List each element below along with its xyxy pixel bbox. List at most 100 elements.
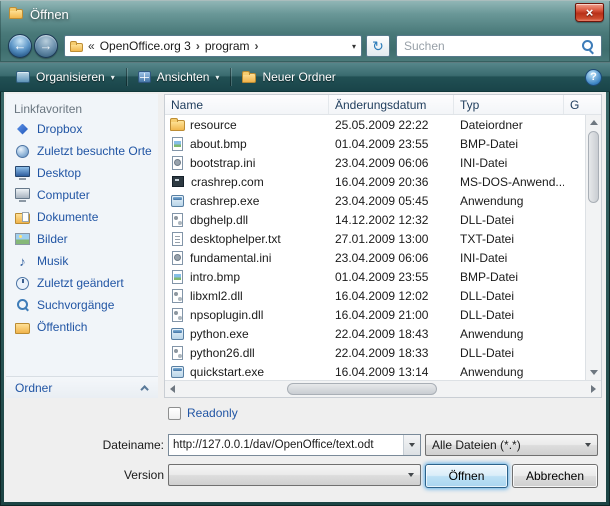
new-folder-button[interactable]: Neuer Ordner (234, 66, 343, 88)
titlebar[interactable]: Öffnen × (0, 0, 610, 30)
file-rows: resource 25.05.2009 22:22 Dateiordner ab… (165, 115, 585, 380)
sidebar-item-pictures[interactable]: Bilder (6, 228, 158, 250)
file-type: DLL-Datei (454, 213, 564, 227)
refresh-button[interactable]: ↻ (366, 35, 390, 57)
refresh-icon: ↻ (372, 38, 384, 54)
favorites-header: Linkfavoriten (6, 94, 158, 118)
forward-button[interactable]: → (34, 34, 58, 58)
ini-file-icon (172, 156, 183, 170)
file-row[interactable]: python26.dll 22.04.2009 18:33 DLL-Datei (165, 343, 585, 362)
file-name: quickstart.exe (190, 365, 264, 379)
column-header-date[interactable]: Änderungsdatum (329, 95, 454, 114)
sidebar-item-music[interactable]: ♪ Musik (6, 250, 158, 272)
file-row[interactable]: dbghelp.dll 14.12.2002 12:32 DLL-Datei (165, 210, 585, 229)
scroll-down-arrow-icon[interactable] (590, 370, 598, 375)
recent-places-icon (15, 144, 30, 158)
sidebar-item-label: Dropbox (37, 122, 82, 136)
file-row[interactable]: libxml2.dll 16.04.2009 12:02 DLL-Datei (165, 286, 585, 305)
chevron-up-icon (140, 385, 148, 393)
filename-input[interactable] (169, 435, 403, 455)
sidebar: Linkfavoriten Dropbox Zuletzt besuchte O… (6, 94, 158, 398)
horizontal-scrollbar[interactable] (165, 380, 601, 397)
chevron-right-icon[interactable]: › (196, 39, 200, 53)
scroll-up-arrow-icon[interactable] (590, 120, 598, 125)
organize-button[interactable]: Organisieren ▾ (8, 66, 123, 88)
sidebar-item-recent-places[interactable]: Zuletzt besuchte Orte (6, 140, 158, 162)
file-row[interactable]: quickstart.exe 16.04.2009 13:14 Anwendun… (165, 362, 585, 380)
file-date: 23.04.2009 06:06 (329, 156, 454, 170)
horizontal-scrollbar-thumb[interactable] (287, 383, 437, 395)
file-type: Anwendung (454, 194, 564, 208)
sidebar-item-desktop[interactable]: Desktop (6, 162, 158, 184)
back-button[interactable]: ← (8, 34, 32, 58)
file-row[interactable]: python.exe 22.04.2009 18:43 Anwendung (165, 324, 585, 343)
version-select[interactable] (168, 464, 421, 486)
bmp-file-icon (172, 137, 183, 151)
scroll-right-arrow-icon[interactable] (591, 385, 596, 393)
sidebar-item-label: Desktop (37, 166, 81, 180)
command-toolbar: Organisieren ▾ Ansichten ▾ Neuer Ordner … (0, 62, 610, 92)
open-button[interactable]: Öffnen (425, 464, 508, 488)
file-list: Name Änderungsdatum Typ G resource 25.05… (164, 94, 602, 398)
breadcrumb[interactable]: « OpenOffice.org 3 › program › ▾ (64, 35, 362, 57)
folder-icon (70, 43, 83, 52)
sidebar-item-recently-changed[interactable]: Zuletzt geändert (6, 272, 158, 294)
readonly-checkbox[interactable] (168, 407, 181, 420)
file-date: 16.04.2009 20:36 (329, 175, 454, 189)
desktop-icon (15, 166, 30, 180)
dll-file-icon (172, 289, 183, 303)
search-icon[interactable] (580, 39, 595, 54)
close-icon: × (586, 5, 594, 20)
help-icon: ? (590, 71, 597, 83)
sidebar-item-searches[interactable]: Suchvorgänge (6, 294, 158, 316)
column-header-size[interactable]: G (564, 95, 601, 114)
close-button[interactable]: × (575, 3, 604, 22)
file-row[interactable]: resource 25.05.2009 22:22 Dateiordner (165, 115, 585, 134)
sidebar-item-label: Dokumente (37, 210, 98, 224)
chevron-down-icon (585, 443, 591, 447)
file-row[interactable]: crashrep.com 16.04.2009 20:36 MS-DOS-Anw… (165, 172, 585, 191)
sidebar-item-public[interactable]: Öffentlich (6, 316, 158, 338)
sidebar-item-documents[interactable]: Dokumente (6, 206, 158, 228)
file-type: TXT-Datei (454, 232, 564, 246)
toolbar-separator (230, 68, 231, 86)
breadcrumb-item-program[interactable]: program (205, 39, 250, 53)
breadcrumb-overflow-chevron[interactable]: « (88, 39, 95, 53)
dll-file-icon (172, 308, 183, 322)
breadcrumb-item-openoffice[interactable]: OpenOffice.org 3 (100, 39, 191, 53)
file-row[interactable]: desktophelper.txt 27.01.2009 13:00 TXT-D… (165, 229, 585, 248)
sidebar-item-dropbox[interactable]: Dropbox (6, 118, 158, 140)
search-input[interactable] (397, 39, 580, 53)
vertical-scrollbar-thumb[interactable] (588, 131, 599, 203)
views-button[interactable]: Ansichten ▾ (130, 66, 228, 88)
file-row[interactable]: bootstrap.ini 23.04.2009 06:06 INI-Datei (165, 153, 585, 172)
file-type: Anwendung (454, 365, 564, 379)
cancel-button[interactable]: Abbrechen (512, 464, 598, 488)
file-row[interactable]: fundamental.ini 23.04.2009 06:06 INI-Dat… (165, 248, 585, 267)
chevron-down-icon (408, 473, 414, 477)
folders-expander[interactable]: Ordner (6, 376, 158, 398)
filename-combobox (168, 434, 421, 456)
readonly-label[interactable]: Readonly (187, 406, 238, 420)
file-date: 01.04.2009 23:55 (329, 137, 454, 151)
scroll-left-arrow-icon[interactable] (170, 385, 175, 393)
filename-dropdown-button[interactable] (403, 435, 420, 455)
help-button[interactable]: ? (585, 69, 602, 86)
column-header-name[interactable]: Name (165, 95, 329, 114)
sidebar-item-label: Musik (37, 254, 68, 268)
dll-file-icon (172, 346, 183, 360)
navigation-bar: ← → « OpenOffice.org 3 › program › ▾ ↻ (0, 30, 610, 62)
column-header-type[interactable]: Typ (454, 95, 564, 114)
sidebar-item-computer[interactable]: Computer (6, 184, 158, 206)
breadcrumb-dropdown-caret[interactable]: ▾ (352, 42, 356, 51)
filetype-select[interactable]: Alle Dateien (*.*) (425, 434, 598, 456)
file-row[interactable]: crashrep.exe 23.04.2009 05:45 Anwendung (165, 191, 585, 210)
vertical-scrollbar[interactable] (585, 115, 601, 380)
file-row[interactable]: intro.bmp 01.04.2009 23:55 BMP-Datei (165, 267, 585, 286)
chevron-right-icon[interactable]: › (255, 39, 259, 53)
file-row[interactable]: npsoplugin.dll 16.04.2009 21:00 DLL-Date… (165, 305, 585, 324)
file-row[interactable]: about.bmp 01.04.2009 23:55 BMP-Datei (165, 134, 585, 153)
file-name: bootstrap.ini (190, 156, 255, 170)
file-date: 23.04.2009 05:45 (329, 194, 454, 208)
window-icon (9, 9, 23, 19)
